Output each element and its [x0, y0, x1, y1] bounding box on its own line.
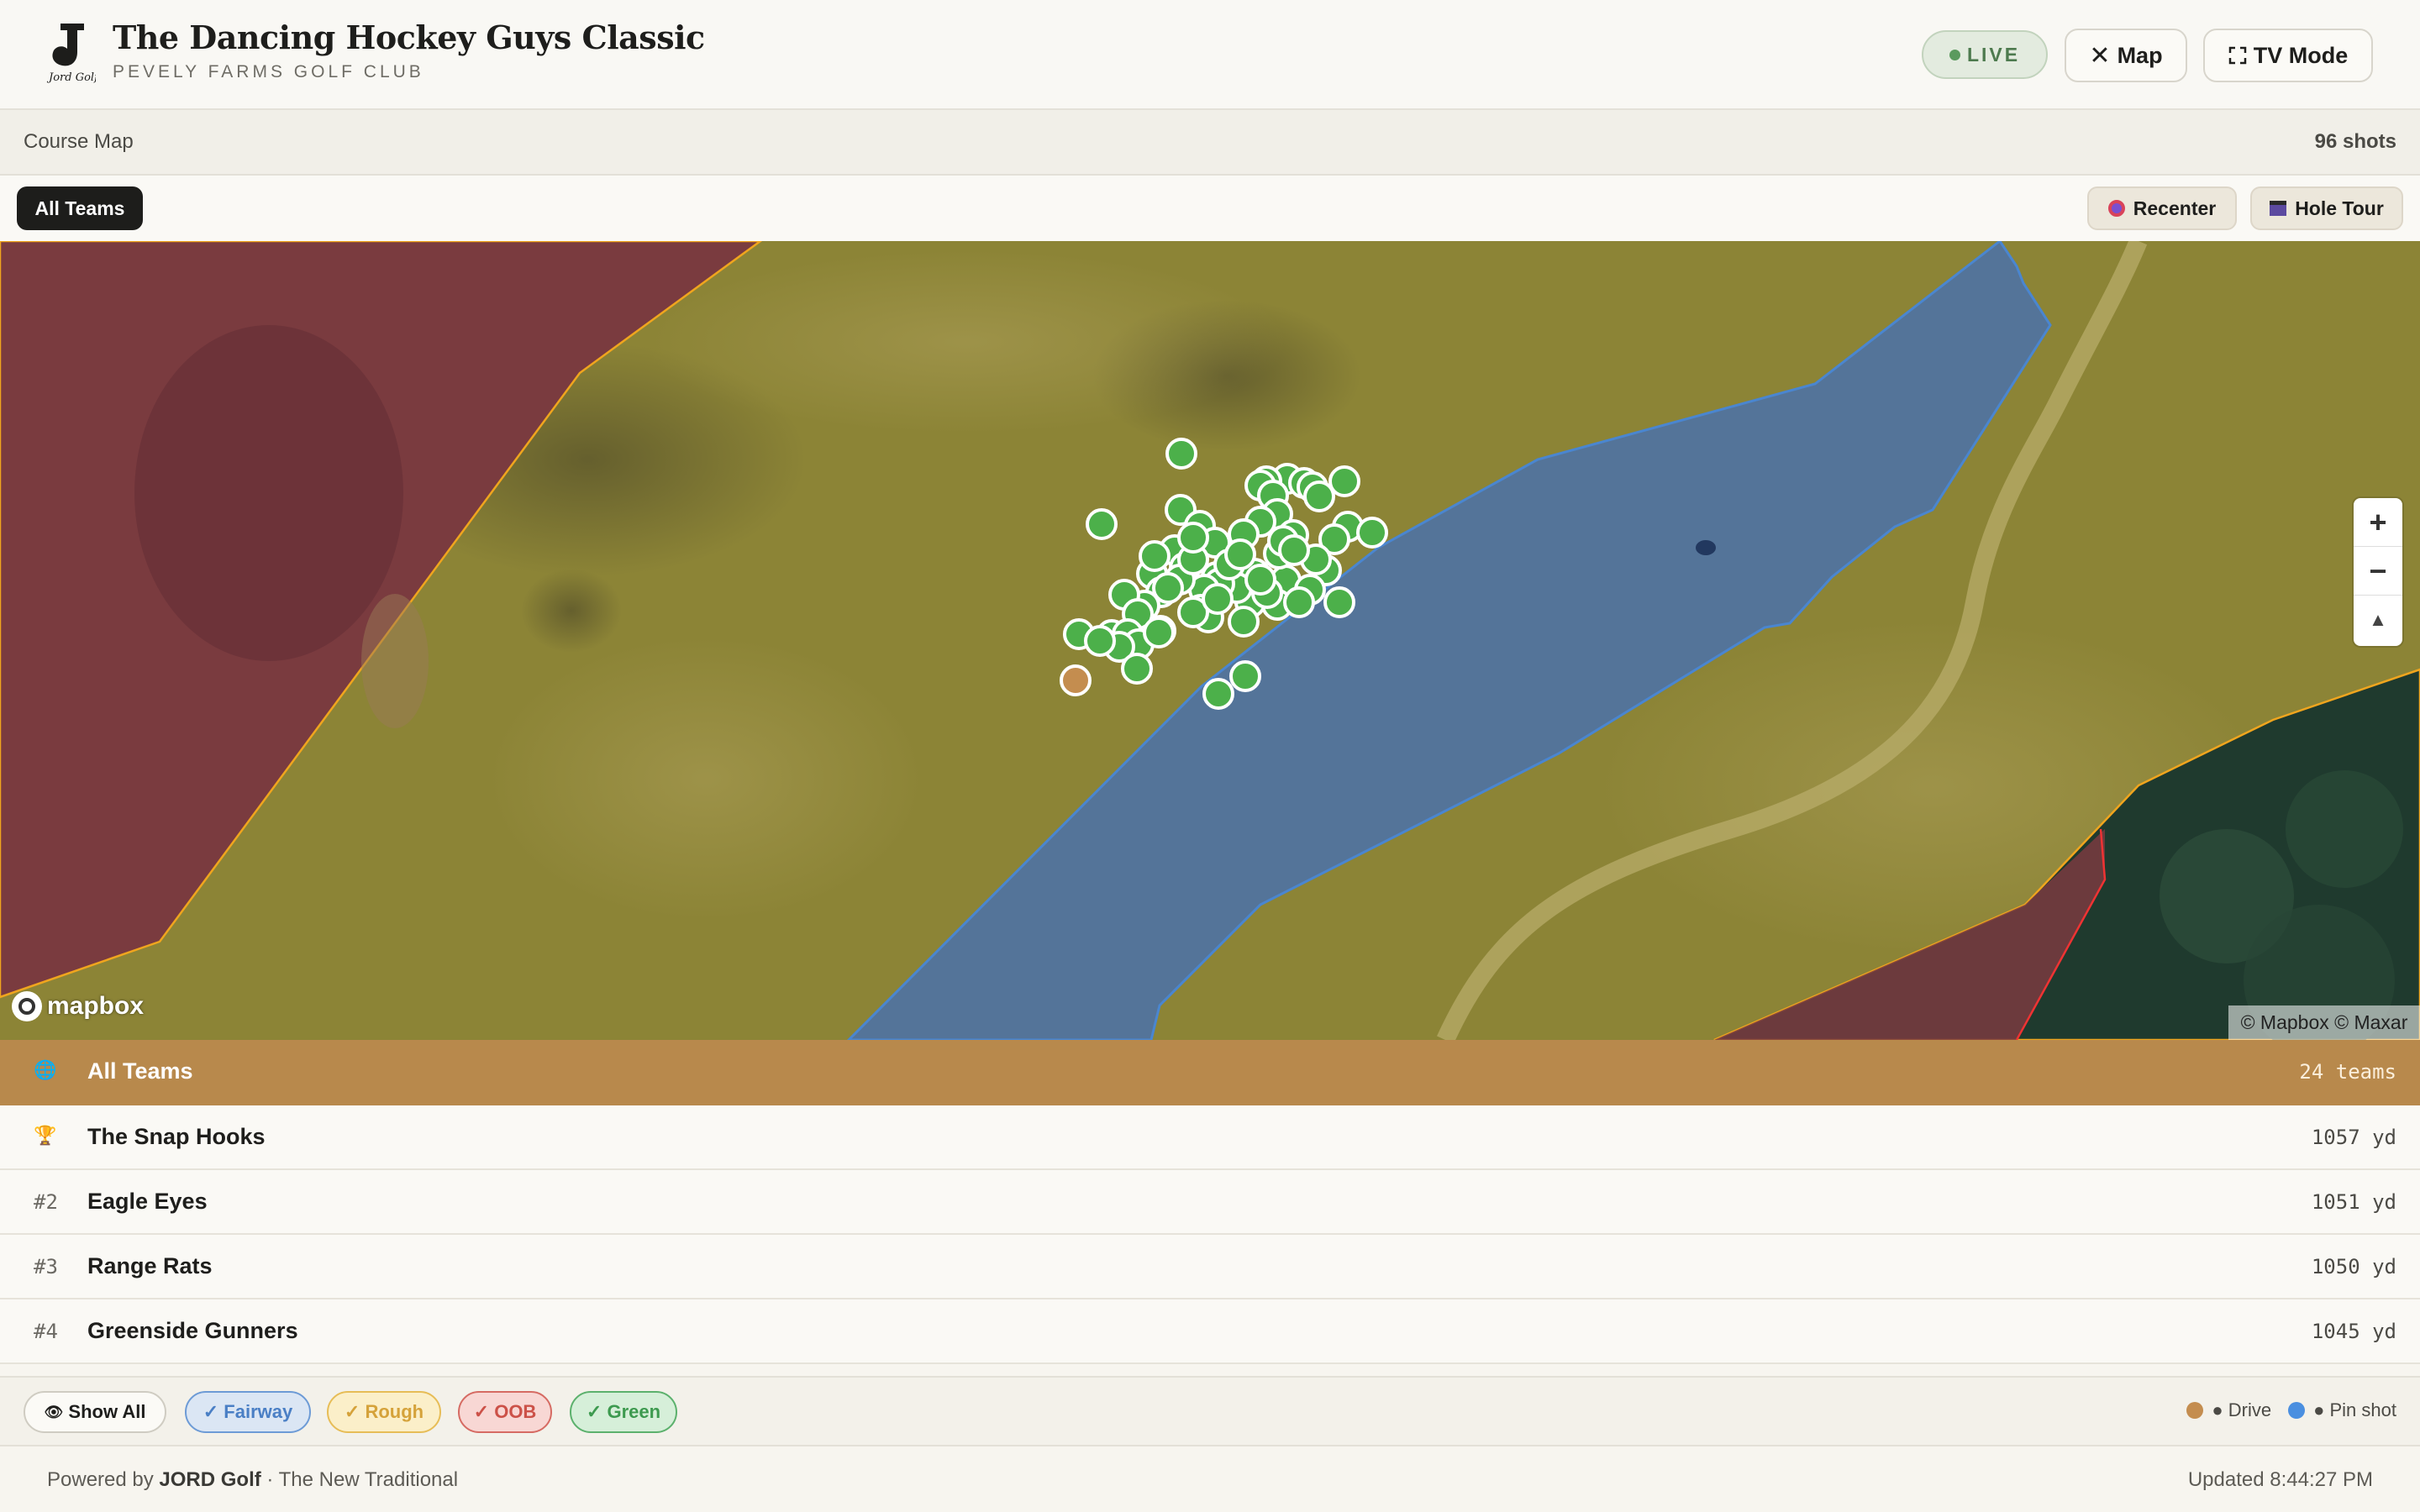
map-toggle-button[interactable]: ✕ Map — [2065, 29, 2187, 82]
shot-marker[interactable] — [1202, 583, 1234, 615]
shot-marker[interactable] — [1278, 534, 1310, 566]
fullscreen-icon — [2228, 46, 2246, 65]
mapbox-logo[interactable]: mapbox — [12, 991, 144, 1021]
team-name: Range Rats — [87, 1253, 213, 1278]
live-dot-icon — [1949, 49, 1960, 60]
shot-marker[interactable] — [1328, 465, 1360, 497]
team-rank: #3 — [34, 1255, 58, 1278]
zoom-controls: + − ▲ — [2354, 498, 2402, 646]
eye-icon: 👁 — [44, 1403, 64, 1420]
mapbox-logo-text: mapbox — [47, 992, 145, 1020]
team-rank: #4 — [34, 1320, 58, 1343]
team-name: The Snap Hooks — [87, 1124, 266, 1149]
shot-marker[interactable] — [1228, 606, 1260, 638]
recenter-button[interactable]: Recenter — [2087, 186, 2237, 230]
globe-icon: 🌐 — [34, 1060, 57, 1081]
app-header: Jord Golf The Dancing Hockey Guys Classi… — [0, 0, 2420, 110]
shot-marker[interactable] — [1283, 586, 1315, 618]
trophy-icon: 🏆 — [34, 1126, 57, 1147]
team-row[interactable]: #3 Range Rats 1050 yd — [0, 1235, 2420, 1299]
club-subtitle: PEVELY FARMS GOLF CLUB — [113, 62, 424, 81]
powered-by: Powered by JORD Golf · The New Tradition… — [47, 1468, 458, 1492]
shot-marker[interactable] — [1303, 480, 1335, 512]
mapbox-logo-icon — [12, 991, 42, 1021]
shot-marker[interactable] — [1323, 586, 1355, 618]
close-icon: ✕ — [2089, 41, 2111, 70]
shot-marker[interactable] — [1139, 540, 1171, 572]
drive-marker[interactable] — [1060, 664, 1092, 696]
zoom-in-button[interactable]: + — [2354, 498, 2402, 547]
updated-timestamp: Updated 8:44:27 PM — [2187, 1468, 2373, 1491]
map-button-label: Map — [2117, 42, 2163, 68]
team-yardage: 1045 yd — [2311, 1320, 2396, 1343]
shot-marker[interactable] — [1152, 572, 1184, 604]
svg-text:Jord Golf: Jord Golf — [46, 71, 96, 84]
shot-marker[interactable] — [1084, 625, 1116, 657]
clapperboard-icon — [2270, 201, 2287, 216]
team-row[interactable]: 🏆 The Snap Hooks 1057 yd — [0, 1105, 2420, 1170]
map-legend: ● Drive ● Pin shot — [2186, 1399, 2396, 1421]
tagline: · The New Traditional — [260, 1468, 459, 1491]
map-controls-bar — [0, 176, 2420, 241]
recenter-label: Recenter — [2133, 197, 2217, 219]
shot-marker[interactable] — [1224, 538, 1256, 570]
pin-shot-legend-dot-icon — [2288, 1402, 2306, 1419]
shot-count: 96 shots — [2314, 130, 2396, 153]
shot-marker[interactable] — [1143, 617, 1175, 648]
shot-marker[interactable] — [1244, 564, 1276, 596]
team-name: Eagle Eyes — [87, 1189, 208, 1214]
hole-tour-label: Hole Tour — [2295, 197, 2384, 219]
shot-marker[interactable] — [1202, 678, 1234, 710]
rough-filter-chip[interactable]: ✓ Rough — [327, 1391, 441, 1433]
team-rank: #2 — [34, 1190, 58, 1214]
section-title: Course Map — [24, 130, 134, 153]
target-icon — [2107, 200, 2125, 217]
tv-mode-button[interactable]: TV Mode — [2203, 29, 2373, 82]
powered-prefix: Powered by — [47, 1468, 160, 1491]
team-yardage: 1050 yd — [2311, 1255, 2396, 1278]
team-yardage: 1057 yd — [2311, 1126, 2396, 1149]
team-yardage: 1051 yd — [2311, 1190, 2396, 1214]
course-map[interactable]: + − ▲ — [0, 241, 2420, 1040]
zoom-out-button[interactable]: − — [2354, 547, 2402, 596]
section-bar: Course Map 96 shots — [0, 110, 2420, 176]
show-all-label: Show All — [68, 1401, 146, 1422]
live-badge: LIVE — [1922, 30, 2048, 79]
green-filter-chip[interactable]: ✓ Green — [570, 1391, 677, 1433]
shot-marker[interactable] — [1086, 508, 1118, 540]
team-row[interactable]: #2 Eagle Eyes 1051 yd — [0, 1170, 2420, 1235]
event-title: The Dancing Hockey Guys Classic — [113, 18, 705, 56]
compass-button[interactable]: ▲ — [2354, 596, 2402, 644]
drive-legend-label: ● Drive — [2212, 1399, 2272, 1420]
show-all-button[interactable]: 👁 Show All — [24, 1391, 166, 1433]
team-name: All Teams — [87, 1058, 193, 1084]
all-teams-filter-button[interactable]: All Teams — [17, 186, 143, 230]
shot-marker[interactable] — [1356, 517, 1388, 549]
app-footer: Powered by JORD Golf · The New Tradition… — [0, 1446, 2420, 1512]
map-canvas[interactable] — [0, 241, 2420, 1040]
team-count: 24 teams — [2299, 1060, 2396, 1084]
live-label: LIVE — [1966, 43, 2021, 66]
map-attribution[interactable]: © Mapbox © Maxar — [2228, 1005, 2420, 1040]
team-row-all[interactable]: 🌐 All Teams 24 teams — [0, 1040, 2420, 1105]
team-name: Greenside Gunners — [87, 1318, 298, 1343]
oob-filter-chip[interactable]: ✓ OOB — [458, 1391, 552, 1433]
brand-name: JORD Golf — [159, 1468, 261, 1491]
pin-shot-legend-label: ● Pin shot — [2313, 1399, 2396, 1420]
tv-mode-label: TV Mode — [2253, 42, 2349, 68]
drive-legend-dot-icon — [2186, 1402, 2204, 1419]
shot-marker[interactable] — [1165, 438, 1197, 470]
hole-tour-button[interactable]: Hole Tour — [2250, 186, 2403, 230]
shot-marker[interactable] — [1229, 660, 1261, 692]
team-row[interactable]: #4 Greenside Gunners 1045 yd — [0, 1299, 2420, 1364]
shot-marker[interactable] — [1121, 653, 1153, 685]
shot-marker[interactable] — [1177, 522, 1209, 554]
fairway-filter-chip[interactable]: ✓ Fairway — [185, 1391, 311, 1433]
jord-logo-icon: Jord Golf — [46, 24, 96, 84]
